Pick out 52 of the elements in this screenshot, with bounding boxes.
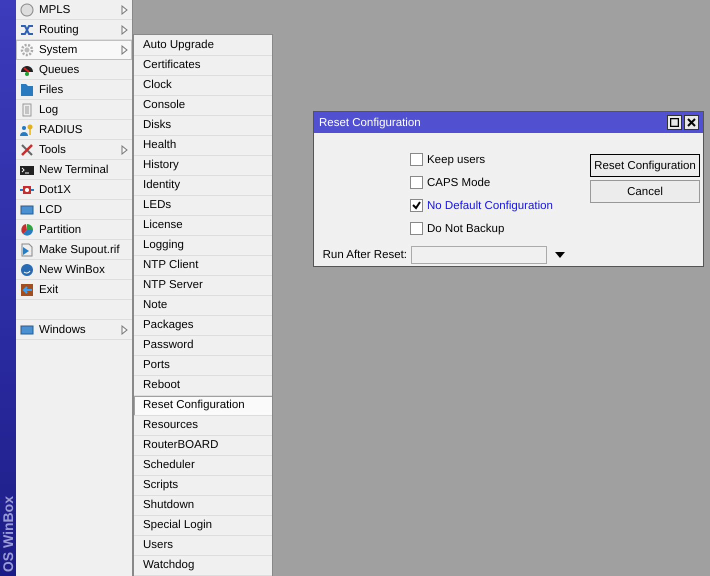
window-icon bbox=[20, 322, 34, 336]
reset-button[interactable]: Reset Configuration bbox=[590, 154, 700, 177]
checkmark-icon bbox=[412, 201, 421, 210]
menu-item[interactable]: Reset Configuration bbox=[134, 396, 272, 416]
menu-item[interactable]: Clock bbox=[134, 76, 272, 96]
circle-icon bbox=[20, 2, 34, 16]
menu-item[interactable]: NTP Server bbox=[134, 276, 272, 296]
menu-item[interactable]: LEDs bbox=[134, 196, 272, 216]
menu-item[interactable]: Disks bbox=[134, 116, 272, 136]
menu-item[interactable]: Note bbox=[134, 296, 272, 316]
menu-item[interactable]: Resources bbox=[134, 416, 272, 436]
menu-item[interactable]: Packages bbox=[134, 316, 272, 336]
app-name: OS WinBox bbox=[0, 496, 16, 572]
monitor-icon bbox=[20, 202, 34, 216]
menu-item[interactable]: Console bbox=[134, 96, 272, 116]
menu-item[interactable]: Certificates bbox=[134, 56, 272, 76]
pie-chart-icon bbox=[20, 222, 34, 236]
field-label: Run After Reset: bbox=[322, 249, 407, 261]
menu-item[interactable]: Logging bbox=[134, 236, 272, 256]
globe-icon bbox=[20, 262, 34, 276]
gear-icon bbox=[20, 42, 34, 56]
checkbox[interactable]: Do Not Backup bbox=[410, 222, 590, 235]
window-title: Reset Configuration bbox=[319, 116, 422, 128]
dropdown-arrow-icon[interactable] bbox=[555, 252, 565, 258]
maximize-button[interactable] bbox=[667, 115, 682, 130]
checkbox[interactable]: Keep users bbox=[410, 153, 590, 166]
menu-item[interactable]: Scheduler bbox=[134, 456, 272, 476]
menu-item[interactable]: Ports bbox=[134, 356, 272, 376]
folder-icon bbox=[20, 82, 34, 96]
menu-item[interactable]: Special Login bbox=[134, 516, 272, 536]
menu-item[interactable]: Users bbox=[134, 536, 272, 556]
menu-item[interactable]: Scripts bbox=[134, 476, 272, 496]
menu-item[interactable]: Password bbox=[134, 336, 272, 356]
cancel-button[interactable]: Cancel bbox=[590, 180, 700, 203]
run-after-reset-field[interactable] bbox=[411, 246, 547, 264]
document-icon bbox=[20, 102, 34, 116]
checkbox[interactable]: No Default Configuration bbox=[410, 199, 590, 212]
menu-item[interactable]: License bbox=[134, 216, 272, 236]
checkbox[interactable]: CAPS Mode bbox=[410, 176, 590, 189]
menu-item[interactable]: RouterBOARD bbox=[134, 436, 272, 456]
menu-item[interactable]: Health bbox=[134, 136, 272, 156]
menu-item[interactable]: Identity bbox=[134, 176, 272, 196]
menu-item[interactable]: Watchdog bbox=[134, 556, 272, 576]
exit-door-icon bbox=[20, 282, 34, 296]
menu-item[interactable]: Auto Upgrade bbox=[134, 36, 272, 56]
user-key-icon bbox=[20, 122, 34, 136]
close-button[interactable] bbox=[684, 115, 699, 130]
file-arrow-icon bbox=[20, 242, 34, 256]
menu-item[interactable]: System bbox=[16, 40, 132, 60]
menu-item[interactable]: Shutdown bbox=[134, 496, 272, 516]
menu-item[interactable]: History bbox=[134, 156, 272, 176]
menu-item[interactable]: NTP Client bbox=[134, 256, 272, 276]
